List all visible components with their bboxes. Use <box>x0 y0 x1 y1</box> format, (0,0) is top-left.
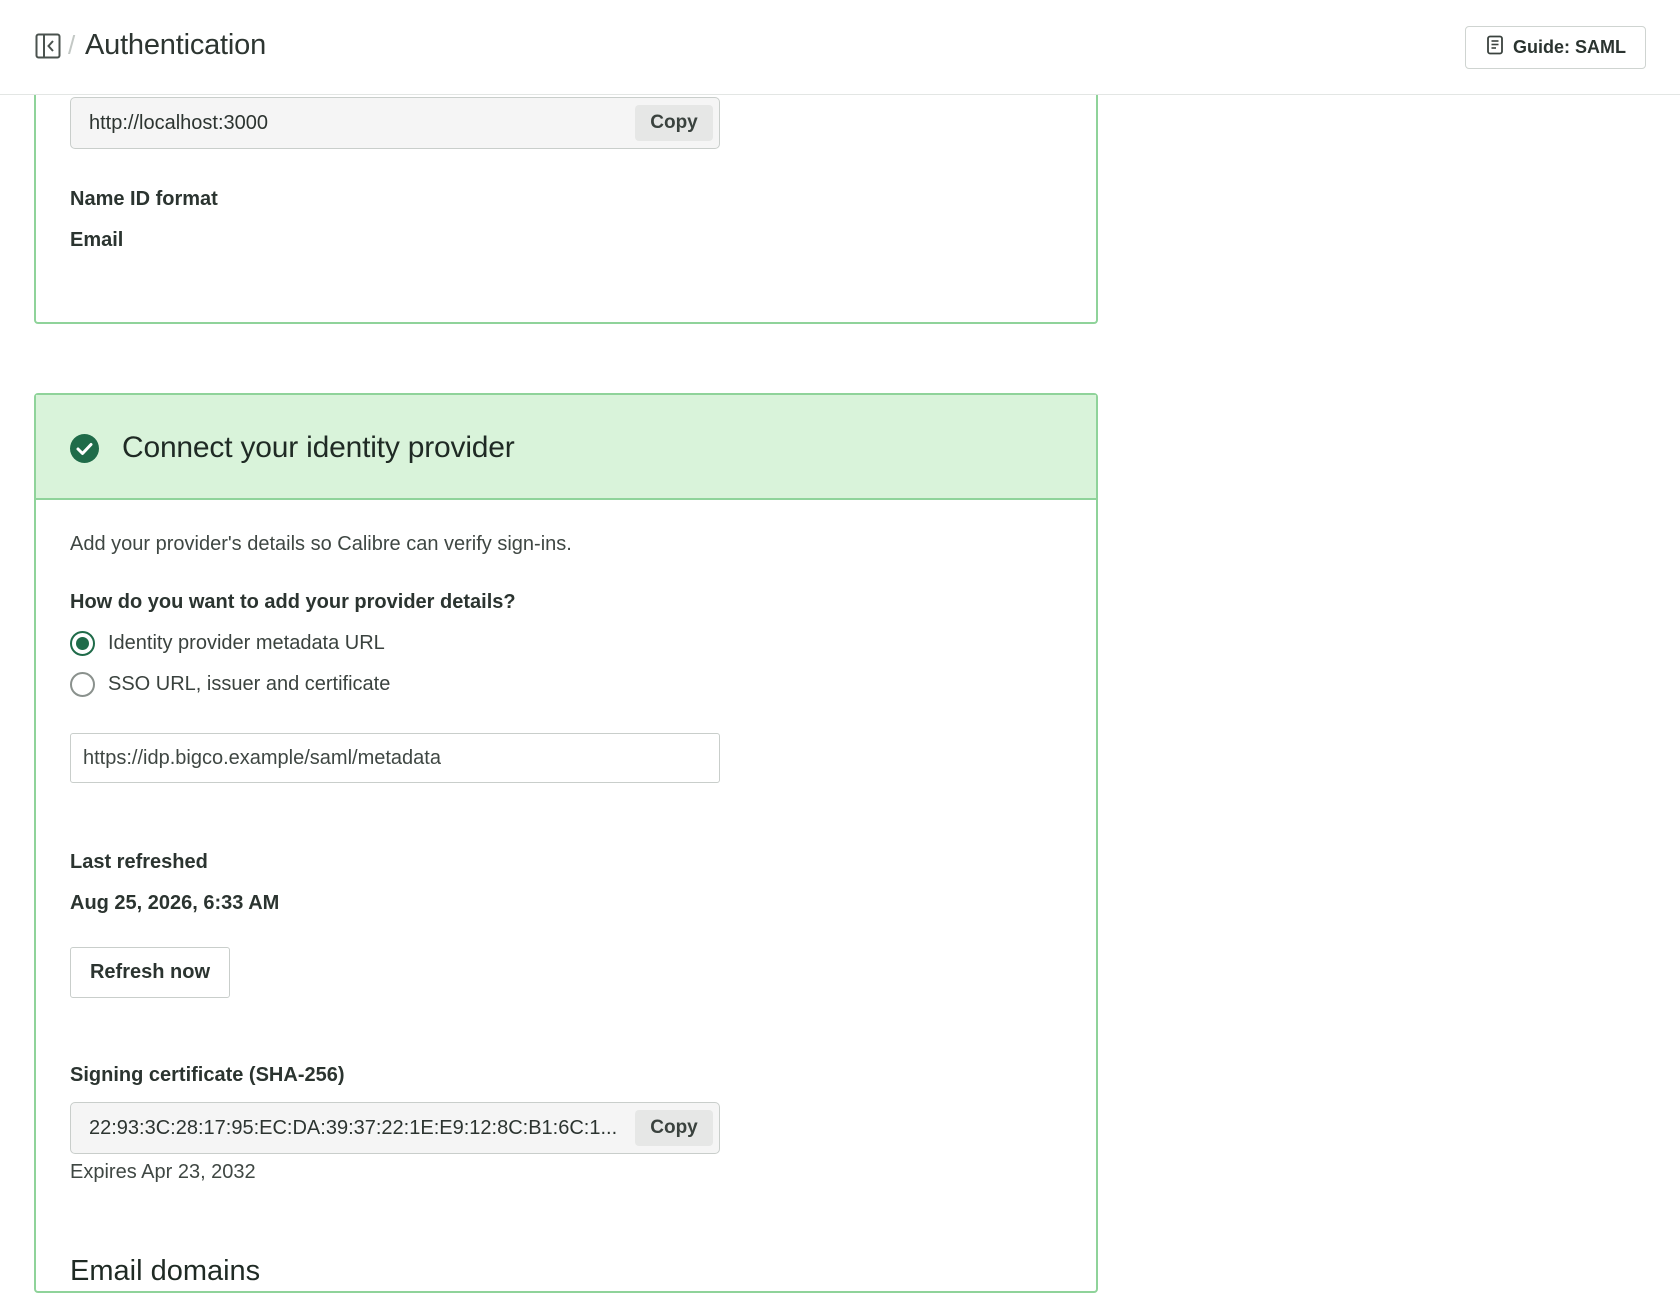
radio-metadata-url[interactable] <box>70 631 95 656</box>
name-id-format-label: Name ID format <box>70 188 218 210</box>
option-sso-url[interactable]: SSO URL, issuer and certificate <box>70 672 390 697</box>
sidebar-collapse-icon[interactable] <box>35 33 61 59</box>
card-title: Connect your identity provider <box>122 431 515 464</box>
radio-sso-url[interactable] <box>70 672 95 697</box>
breadcrumb-separator: / <box>68 30 76 60</box>
check-circle-icon <box>70 434 99 463</box>
option-metadata-url[interactable]: Identity provider metadata URL <box>70 631 385 656</box>
top-bar: / Authentication Guide: SAML <box>0 0 1680 95</box>
copy-certificate-button[interactable]: Copy <box>635 1110 713 1146</box>
service-provider-card: http://localhost:3000 Copy Name ID forma… <box>34 80 1098 324</box>
last-refreshed-label: Last refreshed <box>70 851 208 873</box>
option-label: Identity provider metadata URL <box>108 632 385 654</box>
page-title: Authentication <box>85 29 266 61</box>
certificate-field: 22:93:3C:28:17:95:EC:DA:39:37:22:1E:E9:1… <box>70 1102 720 1154</box>
identity-provider-card: Connect your identity provider Add your … <box>34 393 1098 1293</box>
name-id-format-value: Email <box>70 229 124 251</box>
email-domains-heading: Email domains <box>70 1255 261 1287</box>
certificate-expiry: Expires Apr 23, 2032 <box>70 1161 256 1183</box>
option-label: SSO URL, issuer and certificate <box>108 673 391 695</box>
certificate-label: Signing certificate (SHA-256) <box>70 1064 345 1086</box>
entity-id-field: http://localhost:3000 Copy <box>70 97 720 149</box>
copy-entity-id-button[interactable]: Copy <box>635 105 713 141</box>
certificate-value[interactable]: 22:93:3C:28:17:95:EC:DA:39:37:22:1E:E9:1… <box>71 1117 635 1140</box>
card-description: Add your provider's details so Calibre c… <box>70 533 572 555</box>
guide-button-label: Guide: SAML <box>1513 37 1626 57</box>
refresh-now-button[interactable]: Refresh now <box>70 947 230 998</box>
document-icon <box>1485 35 1505 60</box>
provider-details-question: How do you want to add your provider det… <box>70 591 516 613</box>
entity-id-value[interactable]: http://localhost:3000 <box>71 112 635 135</box>
last-refreshed-value: Aug 25, 2026, 6:33 AM <box>70 892 280 914</box>
metadata-url-input[interactable] <box>70 733 720 783</box>
guide-saml-button[interactable]: Guide: SAML <box>1465 26 1646 69</box>
card-header: Connect your identity provider <box>36 395 1096 500</box>
